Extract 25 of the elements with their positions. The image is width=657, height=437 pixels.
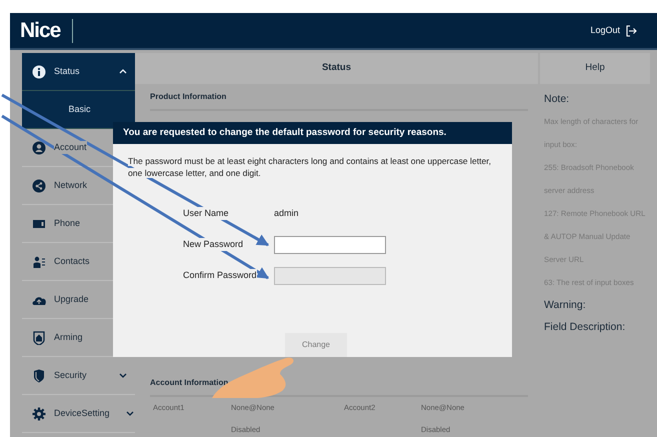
sidebar-item[interactable]: DeviceSetting: [22, 395, 135, 433]
logo: Nice: [20, 18, 74, 42]
help-heading: Field Description:: [544, 320, 626, 335]
field-value: admin: [274, 206, 299, 220]
gear-icon: [32, 406, 46, 420]
dialog-title: You are requested to change the default password for security reasons.: [113, 122, 512, 144]
sidebar-item[interactable]: Basic: [22, 91, 135, 129]
help-title: Help: [540, 53, 650, 84]
shield-icon: [32, 368, 46, 382]
info-icon: [32, 64, 46, 78]
help-heading: Warning:: [544, 298, 587, 313]
password-field[interactable]: [274, 236, 386, 254]
sidebar-item[interactable]: Security: [22, 357, 135, 395]
field-label: New Password: [183, 238, 244, 252]
network-icon: [32, 178, 46, 192]
logout-link[interactable]: LogOut: [590, 24, 620, 38]
sidebar-item[interactable]: Status: [22, 53, 135, 91]
panel-title: Status: [135, 53, 538, 84]
contacts-icon: [32, 254, 46, 268]
logout-icon[interactable]: [626, 24, 637, 36]
person-icon: [32, 140, 46, 154]
field-label: User Name: [183, 206, 229, 220]
help-heading: Note:: [544, 92, 570, 107]
section-title: Product Information: [150, 84, 528, 111]
shield-house-icon: [32, 330, 46, 344]
